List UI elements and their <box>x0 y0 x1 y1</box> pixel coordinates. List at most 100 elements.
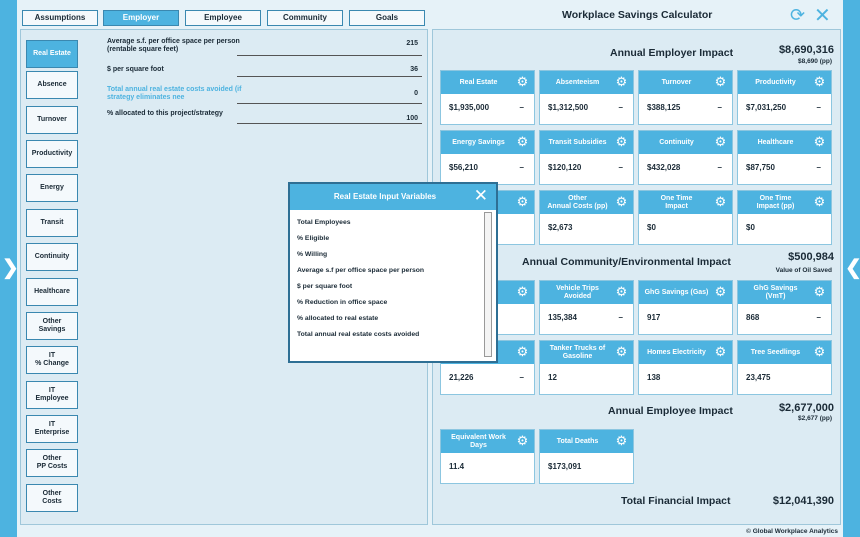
sidebar-item-other-pp-costs[interactable]: Other PP Costs <box>26 449 78 477</box>
input-value[interactable]: 36 <box>410 66 418 73</box>
sidebar-item-it-change[interactable]: IT % Change <box>26 346 78 374</box>
modal-variable-item[interactable]: Average s.f per office space per person <box>297 263 496 279</box>
input-field-line[interactable] <box>237 76 422 77</box>
gear-icon[interactable]: ⚙ <box>713 74 728 89</box>
impact-card[interactable]: Other Annual Costs (pp) ⚙ $2,673 <box>539 190 634 245</box>
sidebar-item-energy[interactable]: Energy <box>26 174 78 202</box>
gear-icon[interactable]: ⚙ <box>713 344 728 359</box>
sidebar-item-it-employee[interactable]: IT Employee <box>26 381 78 409</box>
gear-icon[interactable]: ⚙ <box>614 194 629 209</box>
input-value[interactable]: 100 <box>406 115 418 122</box>
gear-icon[interactable]: ⚙ <box>614 134 629 149</box>
input-field-line[interactable] <box>237 103 422 104</box>
input-field-line[interactable] <box>237 55 422 56</box>
sidebar-item-turnover[interactable]: Turnover <box>26 106 78 134</box>
impact-card-value: $87,750 <box>746 163 775 172</box>
gear-icon[interactable]: ⚙ <box>515 433 530 448</box>
tab-employee[interactable]: Employee <box>185 10 261 26</box>
gear-icon[interactable]: ⚙ <box>515 134 530 149</box>
modal-variable-item[interactable]: $ per square foot <box>297 279 496 295</box>
employee-impact-total: $2,677,000 <box>778 402 834 414</box>
app-title: Workplace Savings Calculator <box>562 9 713 21</box>
tab-community[interactable]: Community <box>267 10 343 26</box>
sidebar-item-it-enterprise[interactable]: IT Enterprise <box>26 415 78 443</box>
impact-card[interactable]: Energy Savings ⚙ $56,210– <box>440 130 535 185</box>
impact-card[interactable]: Transit Subsidies ⚙ $120,120– <box>539 130 634 185</box>
impact-card[interactable]: Turnover ⚙ $388,125– <box>638 70 733 125</box>
modal-variable-item[interactable]: Total annual real estate costs avoided <box>297 327 496 343</box>
gear-icon[interactable]: ⚙ <box>515 194 530 209</box>
modal-scrollbar[interactable] <box>484 212 492 357</box>
sidebar-item-real-estate[interactable]: Real Estate <box>26 40 78 68</box>
input-field-line[interactable] <box>237 123 422 124</box>
gear-icon[interactable]: ⚙ <box>812 344 827 359</box>
input-label: $ per square foot <box>107 66 164 73</box>
total-impact-value: $12,041,390 <box>772 495 834 507</box>
gear-icon[interactable]: ⚙ <box>614 284 629 299</box>
impact-card[interactable]: Homes Electricity ⚙ 138 <box>638 340 733 395</box>
impact-card[interactable]: One Time Impact (pp) ⚙ $0 <box>737 190 832 245</box>
impact-card[interactable]: Productivity ⚙ $7,031,250– <box>737 70 832 125</box>
modal-variable-item[interactable]: % Reduction in office space <box>297 295 496 311</box>
impact-card-dash: – <box>519 373 524 382</box>
sidebar-item-continuity[interactable]: Continuity <box>26 243 78 271</box>
impact-card-value: $56,210 <box>449 163 478 172</box>
impact-card[interactable]: Total Deaths ⚙ $173,091 <box>539 429 634 484</box>
gear-icon[interactable]: ⚙ <box>515 284 530 299</box>
impact-card[interactable]: Equivalent Work Days ⚙ 11.4 <box>440 429 535 484</box>
gear-icon[interactable]: ⚙ <box>713 134 728 149</box>
sidebar-item-other-costs[interactable]: Other Costs <box>26 484 78 512</box>
impact-card[interactable]: Real Estate ⚙ $1,935,000– <box>440 70 535 125</box>
impact-card[interactable]: One Time Impact ⚙ $0 <box>638 190 733 245</box>
real-estate-input-modal: Real Estate Input Variables ✕ Total Empl… <box>289 183 497 362</box>
gear-icon[interactable]: ⚙ <box>812 74 827 89</box>
impact-card[interactable]: Continuity ⚙ $432,028– <box>638 130 733 185</box>
gear-icon[interactable]: ⚙ <box>713 194 728 209</box>
gear-icon[interactable]: ⚙ <box>713 284 728 299</box>
impact-card[interactable]: Healthcare ⚙ $87,750– <box>737 130 832 185</box>
impact-card-value: $1,312,500 <box>548 103 589 112</box>
tab-goals[interactable]: Goals <box>349 10 425 26</box>
gear-icon[interactable]: ⚙ <box>614 74 629 89</box>
gear-icon[interactable]: ⚙ <box>614 433 629 448</box>
sidebar-item-healthcare[interactable]: Healthcare <box>26 278 78 306</box>
close-icon[interactable]: ✕ <box>814 3 831 28</box>
sidebar-item-absence[interactable]: Absence <box>26 71 78 99</box>
impact-card[interactable]: GhG Savings (VmT) ⚙ 868– <box>737 280 832 335</box>
sidebar-item-other-savings[interactable]: Other Savings <box>26 312 78 340</box>
impact-card-dash: – <box>618 163 623 172</box>
impact-card-dash: – <box>717 103 722 112</box>
impact-card-dash: – <box>618 103 623 112</box>
close-icon[interactable]: ✕ <box>474 187 488 205</box>
gear-icon[interactable]: ⚙ <box>812 284 827 299</box>
modal-variable-item[interactable]: % allocated to real estate <box>297 311 496 327</box>
employer-impact-total: $8,690,316 <box>778 44 834 56</box>
impact-card[interactable]: GhG Savings (Gas) ⚙ 917 <box>638 280 733 335</box>
modal-variable-item[interactable]: % Willing <box>297 247 496 263</box>
refresh-icon[interactable]: ⟳ <box>790 5 805 26</box>
gear-icon[interactable]: ⚙ <box>812 194 827 209</box>
input-value[interactable]: 215 <box>406 40 418 47</box>
chevron-left-icon[interactable]: ❮ <box>845 258 860 278</box>
gear-icon[interactable]: ⚙ <box>515 74 530 89</box>
impact-card[interactable]: Absenteeism ⚙ $1,312,500– <box>539 70 634 125</box>
input-label: Total annual real estate costs avoided (… <box>107 86 242 101</box>
input-label: Average s.f. per office space per person… <box>107 38 240 53</box>
gear-icon[interactable]: ⚙ <box>812 134 827 149</box>
impact-card[interactable]: Tree Seedlings ⚙ 23,475 <box>737 340 832 395</box>
sidebar-item-productivity[interactable]: Productivity <box>26 140 78 168</box>
impact-card-dash: – <box>519 163 524 172</box>
impact-card[interactable]: Tanker Trucks of Gasoline ⚙ 12 <box>539 340 634 395</box>
community-impact-sub: Value of Oil Saved <box>775 267 832 274</box>
modal-variable-item[interactable]: % Eligible <box>297 231 496 247</box>
gear-icon[interactable]: ⚙ <box>614 344 629 359</box>
tab-employer[interactable]: Employer <box>103 10 179 26</box>
impact-card-value: $432,028 <box>647 163 681 172</box>
gear-icon[interactable]: ⚙ <box>515 344 530 359</box>
tab-assumptions[interactable]: Assumptions <box>22 10 98 26</box>
impact-card[interactable]: Vehicle Trips Avoided ⚙ 135,384– <box>539 280 634 335</box>
modal-variable-item[interactable]: Total Employees <box>297 215 496 231</box>
sidebar-item-transit[interactable]: Transit <box>26 209 78 237</box>
employer-impact-title: Annual Employer Impact <box>610 47 734 59</box>
input-value[interactable]: 0 <box>414 90 418 97</box>
